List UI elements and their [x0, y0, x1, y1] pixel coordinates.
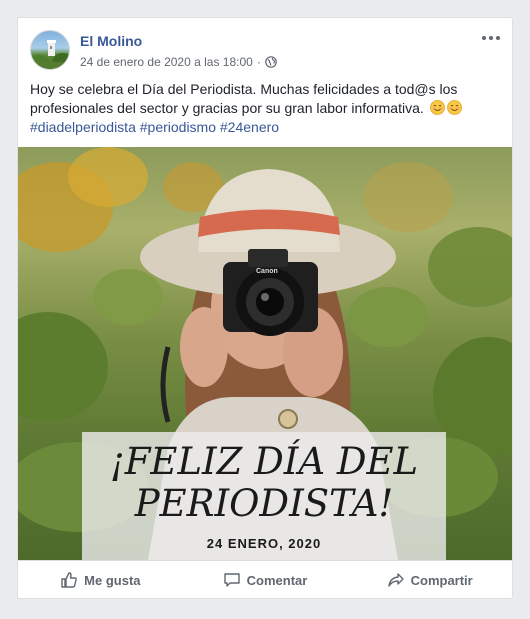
headline-date: 24 ENERO, 2020 — [206, 536, 322, 551]
smiling-face-emoji-icon — [429, 100, 445, 115]
globe-icon[interactable] — [265, 56, 277, 68]
headline-line-2: PERIODISTA! — [134, 482, 394, 525]
more-options-icon[interactable] — [480, 30, 502, 46]
camera-brand-label: Canon — [256, 268, 278, 275]
post-card: El Molino 24 de enero de 2020 a las 18:0… — [17, 17, 513, 599]
meta-separator: · — [256, 55, 261, 69]
page-avatar[interactable] — [30, 30, 70, 70]
post-hashtags[interactable]: #diadelperiodista #periodismo #24enero — [30, 119, 279, 135]
post-text: Hoy se celebra el Día del Periodista. Mu… — [30, 80, 500, 137]
like-label: Me gusta — [84, 572, 141, 588]
tower-icon — [31, 40, 69, 69]
share-icon — [387, 573, 404, 587]
post-body: Hoy se celebra el Día del Periodista. Mu… — [30, 81, 458, 116]
post-actions-bar: Me gusta Comentar Compartir — [18, 560, 512, 599]
share-label: Compartir — [410, 572, 473, 588]
comment-label: Comentar — [246, 572, 308, 588]
page-name[interactable]: El Molino — [80, 33, 142, 49]
share-button[interactable]: Compartir — [347, 561, 512, 599]
headline-banner: ¡FELIZ DÍA DEL PERIODISTA! 24 ENERO, 202… — [82, 432, 446, 560]
smiling-face-emoji-icon — [446, 100, 462, 115]
post-meta: 24 de enero de 2020 a las 18:00 · — [80, 55, 277, 69]
thumbs-up-icon — [61, 572, 77, 588]
post-photo[interactable]: Canon ¡FELIZ DÍA DEL PERIODISTA! 24 ENER… — [18, 147, 512, 560]
headline-line-1: ¡FELIZ DÍA DEL — [109, 440, 419, 483]
comment-button[interactable]: Comentar — [183, 561, 348, 599]
post-timestamp[interactable]: 24 de enero de 2020 a las 18:00 — [80, 55, 253, 69]
like-button[interactable]: Me gusta — [18, 561, 183, 599]
comment-icon — [223, 573, 240, 587]
